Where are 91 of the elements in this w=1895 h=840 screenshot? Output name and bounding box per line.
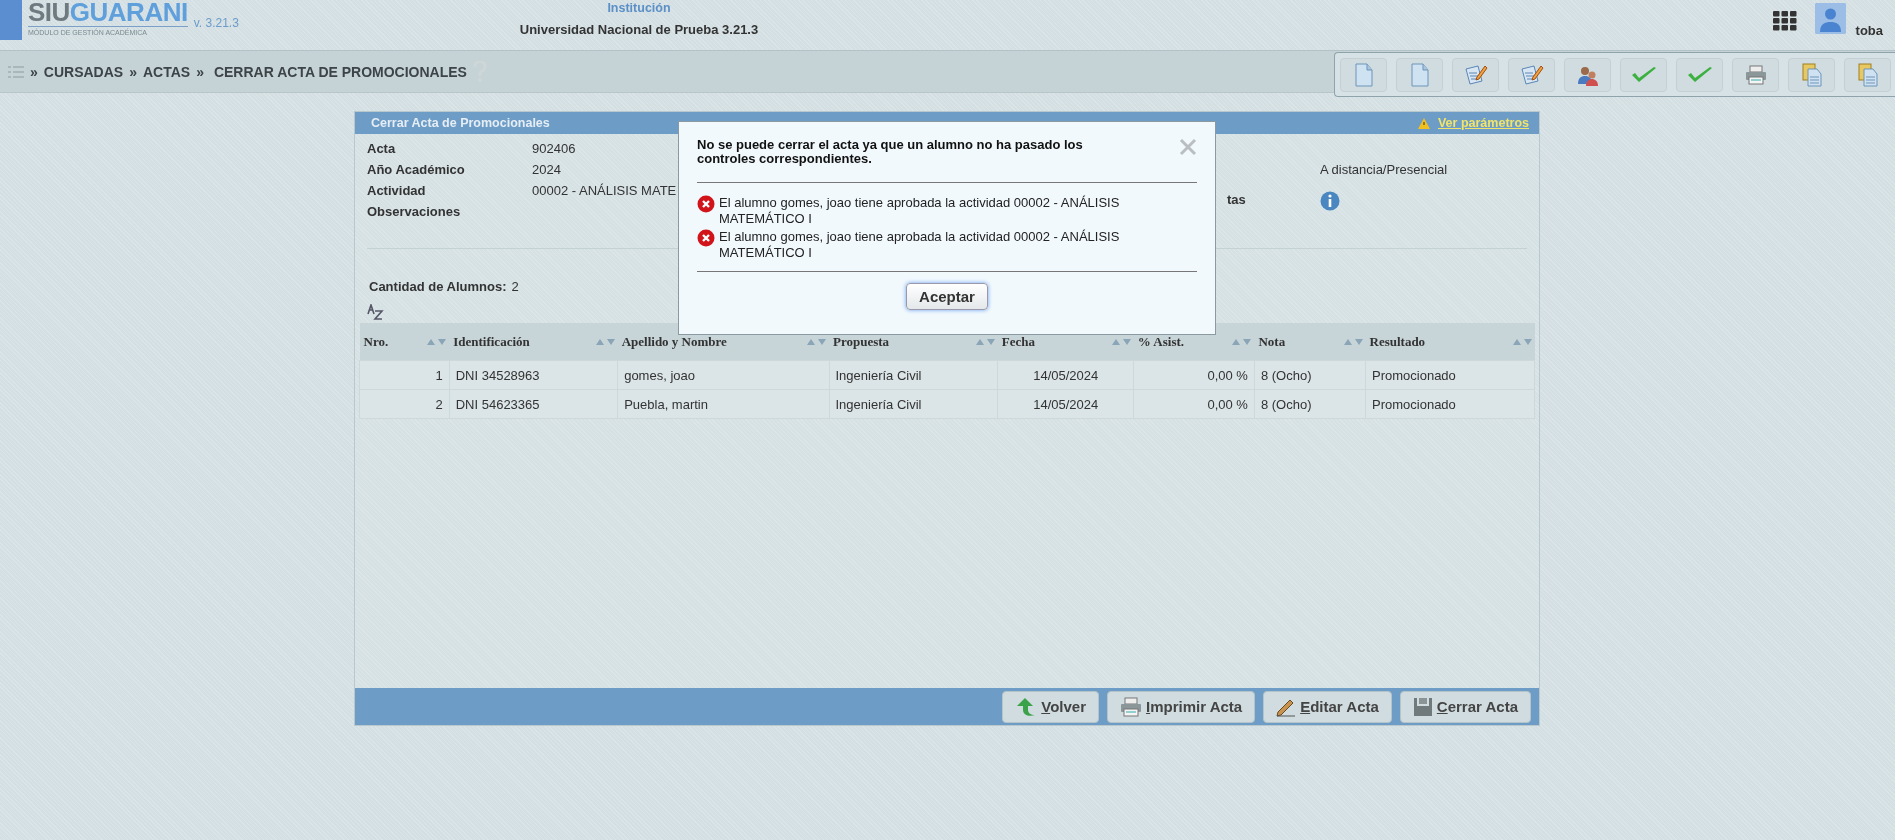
documents-icon bbox=[1800, 62, 1823, 87]
error-icon bbox=[697, 195, 715, 213]
sort-arrows-icon[interactable] bbox=[975, 337, 996, 346]
sort-alpha-icon[interactable] bbox=[367, 304, 385, 320]
breadcrumb-separator: » bbox=[196, 63, 204, 80]
field-label: tas bbox=[1227, 191, 1247, 209]
panel-title: Cerrar Acta de Promocionales bbox=[371, 116, 550, 130]
toolbar-button[interactable] bbox=[1340, 57, 1387, 92]
table-cell: 2 bbox=[435, 396, 443, 412]
field-label: Observaciones bbox=[367, 203, 461, 220]
table-cell: DNI 34528963 bbox=[455, 367, 540, 383]
user-avatar-icon[interactable] bbox=[1814, 3, 1846, 34]
count-label: Cantidad de Alumnos: bbox=[369, 279, 507, 294]
table-cell: Promocionado bbox=[1372, 396, 1456, 412]
toolbar-button[interactable] bbox=[1620, 57, 1667, 92]
toolbar-button[interactable] bbox=[1788, 57, 1835, 92]
toolbar-button[interactable] bbox=[1452, 57, 1499, 92]
sort-arrows-icon[interactable] bbox=[1512, 337, 1533, 346]
breadcrumb-link[interactable]: ACTAS bbox=[142, 63, 191, 80]
save-button[interactable]: Cerrar Acta bbox=[1399, 690, 1531, 723]
count-value: 2 bbox=[511, 279, 519, 294]
list-icon[interactable] bbox=[8, 65, 24, 78]
sort-arrows-icon[interactable] bbox=[1343, 337, 1364, 346]
field-value: A distancia/Presencial bbox=[1320, 161, 1448, 179]
field-label: Acta bbox=[367, 140, 396, 157]
column-header[interactable]: Nro. bbox=[363, 333, 389, 350]
table-cell: 1 bbox=[435, 367, 443, 383]
table-cell: DNI 54623365 bbox=[455, 396, 540, 412]
table-cell: 14/05/2024 bbox=[1033, 396, 1099, 412]
toolbar-button[interactable] bbox=[1564, 57, 1611, 92]
version-label: v. 3.21.3 bbox=[193, 16, 239, 30]
user-name: toba bbox=[1855, 23, 1883, 38]
toolbar-button[interactable] bbox=[1732, 57, 1779, 92]
sort-arrows-icon[interactable] bbox=[807, 337, 827, 346]
column-header[interactable]: Nota bbox=[1258, 333, 1286, 350]
info-icon[interactable] bbox=[1320, 191, 1340, 211]
error-message: El alumno gomes, joao tiene aprobada la actividad 00002 - ANÁLISIS MATEMÁTICO I bbox=[719, 195, 1121, 227]
toolbar-button[interactable] bbox=[1396, 57, 1443, 92]
toolbar-button[interactable] bbox=[1508, 57, 1555, 92]
column-header[interactable]: Propuesta bbox=[833, 333, 890, 350]
error-icon bbox=[697, 229, 715, 247]
table-cell: Ingeniería Civil bbox=[835, 396, 922, 412]
checkmark-icon bbox=[1630, 65, 1657, 84]
field-label: Actividad bbox=[367, 182, 426, 199]
accept-button[interactable]: Aceptar bbox=[906, 283, 988, 310]
sort-arrows-icon[interactable] bbox=[427, 337, 448, 346]
error-message: El alumno gomes, joao tiene aprobada la actividad 00002 - ANÁLISIS MATEMÁTICO I bbox=[719, 229, 1121, 261]
document-icon bbox=[1353, 62, 1374, 87]
back-button[interactable]: Volver bbox=[1002, 690, 1099, 723]
table-cell: Promocionado bbox=[1372, 367, 1456, 383]
column-header[interactable]: % Asist. bbox=[1137, 333, 1185, 350]
printer-icon bbox=[1120, 696, 1142, 717]
sort-arrows-icon[interactable] bbox=[1111, 337, 1132, 346]
page-title: CERRAR ACTA DE PROMOCIONALES bbox=[213, 63, 467, 80]
table-cell: 0,00 % bbox=[1207, 367, 1248, 383]
field-value: 902406 bbox=[532, 140, 576, 157]
printer-icon bbox=[1744, 64, 1767, 85]
breadcrumb-separator: » bbox=[30, 63, 38, 80]
sort-arrows-icon[interactable] bbox=[1232, 337, 1253, 346]
sort-arrows-icon[interactable] bbox=[595, 337, 616, 346]
breadcrumb-link[interactable]: CURSADAS bbox=[43, 63, 124, 80]
document-icon bbox=[1409, 62, 1430, 87]
table-cell: 8 (Ocho) bbox=[1260, 396, 1312, 412]
table-cell: Puebla, martin bbox=[624, 396, 708, 412]
institution-label: Institución bbox=[607, 1, 671, 15]
logo-icon bbox=[0, 0, 22, 40]
warning-icon bbox=[1417, 117, 1430, 129]
column-header[interactable]: Resultado bbox=[1369, 333, 1426, 350]
checkmark-icon bbox=[1686, 65, 1713, 84]
field-value: 00002 - ANÁLISIS MATE bbox=[532, 182, 677, 199]
print-button[interactable]: Imprimir Acta bbox=[1107, 690, 1256, 723]
app-logo: SIUGUARANI bbox=[28, 0, 188, 27]
field-label: Año Académico bbox=[367, 161, 465, 178]
document-pencil-icon bbox=[1519, 62, 1544, 87]
dialog-title: No se puede cerrar el acta ya que un alumno no ha pasado los controles correspondientes. bbox=[697, 138, 1084, 166]
breadcrumb-separator: » bbox=[129, 63, 137, 80]
toolbar-button[interactable] bbox=[1844, 57, 1891, 92]
table-cell: 0,00 % bbox=[1207, 396, 1248, 412]
document-pencil-icon bbox=[1463, 62, 1488, 87]
field-value: 2024 bbox=[532, 161, 561, 178]
table-cell: Ingeniería Civil bbox=[835, 367, 922, 383]
toolbar-button[interactable] bbox=[1676, 57, 1723, 92]
close-icon[interactable] bbox=[1179, 138, 1197, 156]
documents-icon bbox=[1856, 62, 1879, 87]
table-cell: 8 (Ocho) bbox=[1260, 367, 1312, 383]
table-cell: 14/05/2024 bbox=[1033, 367, 1099, 383]
apps-grid-icon[interactable] bbox=[1772, 11, 1797, 31]
column-header[interactable]: Fecha bbox=[1001, 333, 1035, 350]
institution-name: Universidad Nacional de Prueba 3.21.3 bbox=[519, 22, 759, 37]
edit-button[interactable]: Editar Acta bbox=[1263, 690, 1392, 723]
table-cell: gomes, joao bbox=[624, 367, 695, 383]
